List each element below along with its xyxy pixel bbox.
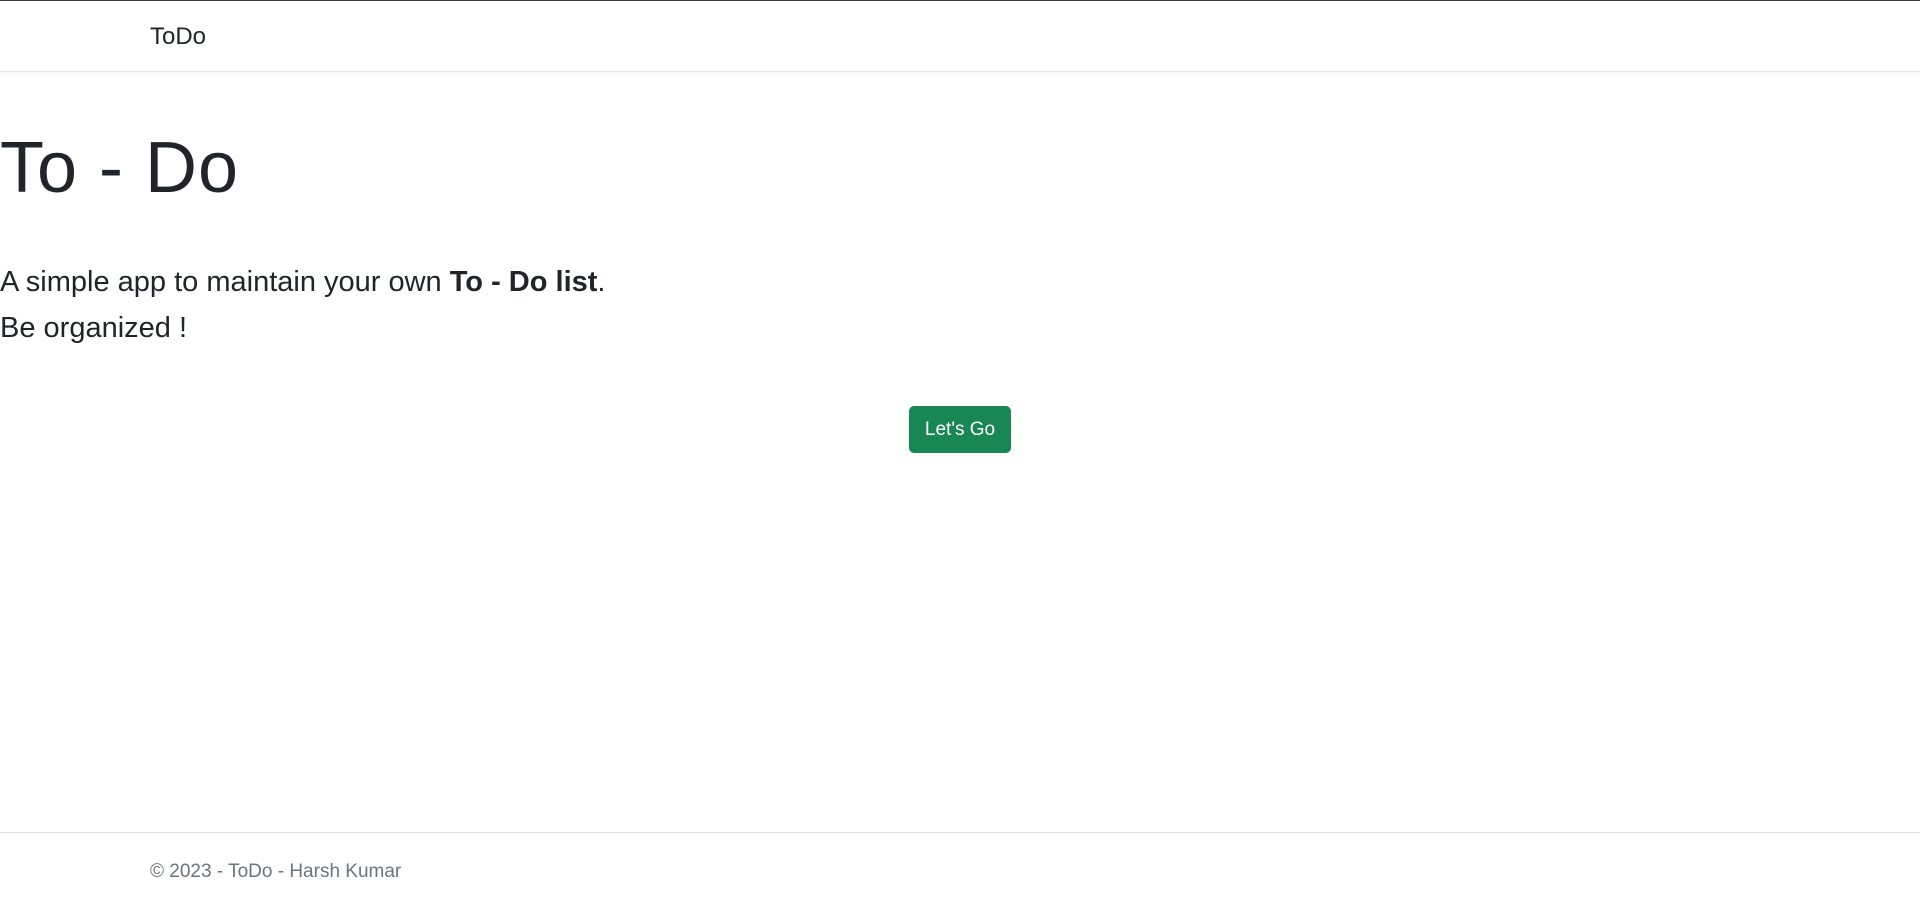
hero-lead-emphasis: To - Do list	[449, 266, 598, 298]
footer: © 2023 - ToDo - Harsh Kumar	[0, 832, 1920, 907]
hero-lead-prefix: A simple app to maintain your own	[0, 266, 450, 298]
hero-lead-line2: Be organized !	[0, 312, 188, 344]
hero-lead-suffix: .	[597, 266, 606, 298]
lets-go-button[interactable]: Let's Go	[909, 406, 1011, 453]
hero-lead: A simple app to maintain your own To - D…	[0, 259, 1920, 351]
hero-title: To - Do	[0, 128, 240, 208]
navbar: ToDo	[0, 1, 1920, 72]
footer-copyright: © 2023 - ToDo - Harsh Kumar	[150, 861, 402, 882]
navbar-brand[interactable]: ToDo	[150, 21, 206, 53]
